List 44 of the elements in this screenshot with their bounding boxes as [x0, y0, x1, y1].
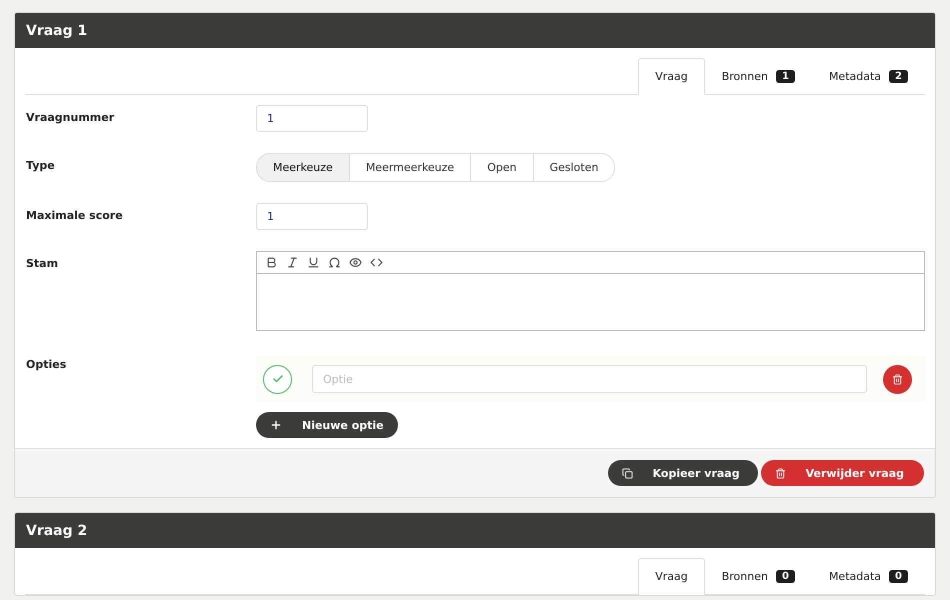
- check-icon: [272, 373, 284, 385]
- field-label: Vraagnummer: [26, 110, 116, 126]
- input-field[interactable]: 1: [256, 203, 368, 230]
- count-badge: 0: [776, 570, 795, 583]
- copy-question-button[interactable]: Kopieer vraag: [608, 460, 758, 486]
- option-field[interactable]: Optie: [312, 365, 867, 393]
- field-label: Stam: [26, 256, 60, 272]
- tab[interactable]: Metadata 0: [812, 558, 925, 595]
- tab-label: Bronnen: [722, 70, 768, 83]
- bold-icon[interactable]: [265, 256, 278, 269]
- type-option[interactable]: Meerkeuze: [257, 154, 349, 181]
- eye-icon[interactable]: [349, 256, 362, 269]
- omega-icon[interactable]: [328, 256, 341, 269]
- tab[interactable]: Vraag: [638, 58, 705, 95]
- card-header: Vraag 1: [15, 13, 935, 48]
- count-badge: 2: [889, 70, 908, 83]
- count-badge: 0: [889, 570, 908, 583]
- delete-option-button[interactable]: [883, 364, 912, 394]
- type-option[interactable]: Gesloten: [532, 154, 614, 181]
- tab[interactable]: Metadata 2: [812, 58, 925, 95]
- plus-icon: [270, 419, 282, 431]
- card-header: Vraag 2: [15, 513, 935, 548]
- tab[interactable]: Bronnen 1: [704, 58, 812, 95]
- code-icon[interactable]: [370, 256, 383, 269]
- tab[interactable]: Bronnen 0: [704, 558, 812, 595]
- field-label: Maximale score: [26, 208, 124, 224]
- tab-label: Bronnen: [722, 570, 768, 583]
- tab-label: Metadata: [828, 570, 882, 583]
- copy-icon: [622, 468, 633, 478]
- count-badge: 1: [776, 70, 795, 83]
- tab-label: Vraag: [655, 570, 688, 583]
- trash-icon: [892, 374, 903, 384]
- field-label: Type: [26, 158, 56, 174]
- delete-question-button[interactable]: Verwijder vraag: [760, 460, 924, 486]
- tab[interactable]: Vraag: [638, 558, 705, 595]
- correct-toggle[interactable]: [263, 364, 292, 394]
- new-option-button[interactable]: Nieuwe optie: [256, 412, 398, 438]
- input-field[interactable]: 1: [256, 105, 368, 132]
- trash-icon: [774, 468, 786, 478]
- tab-label: Metadata: [828, 70, 882, 83]
- italic-icon[interactable]: [286, 256, 299, 269]
- tab-label: Vraag: [655, 70, 688, 83]
- field-label: Opties: [26, 357, 68, 373]
- underline-icon[interactable]: [307, 256, 320, 269]
